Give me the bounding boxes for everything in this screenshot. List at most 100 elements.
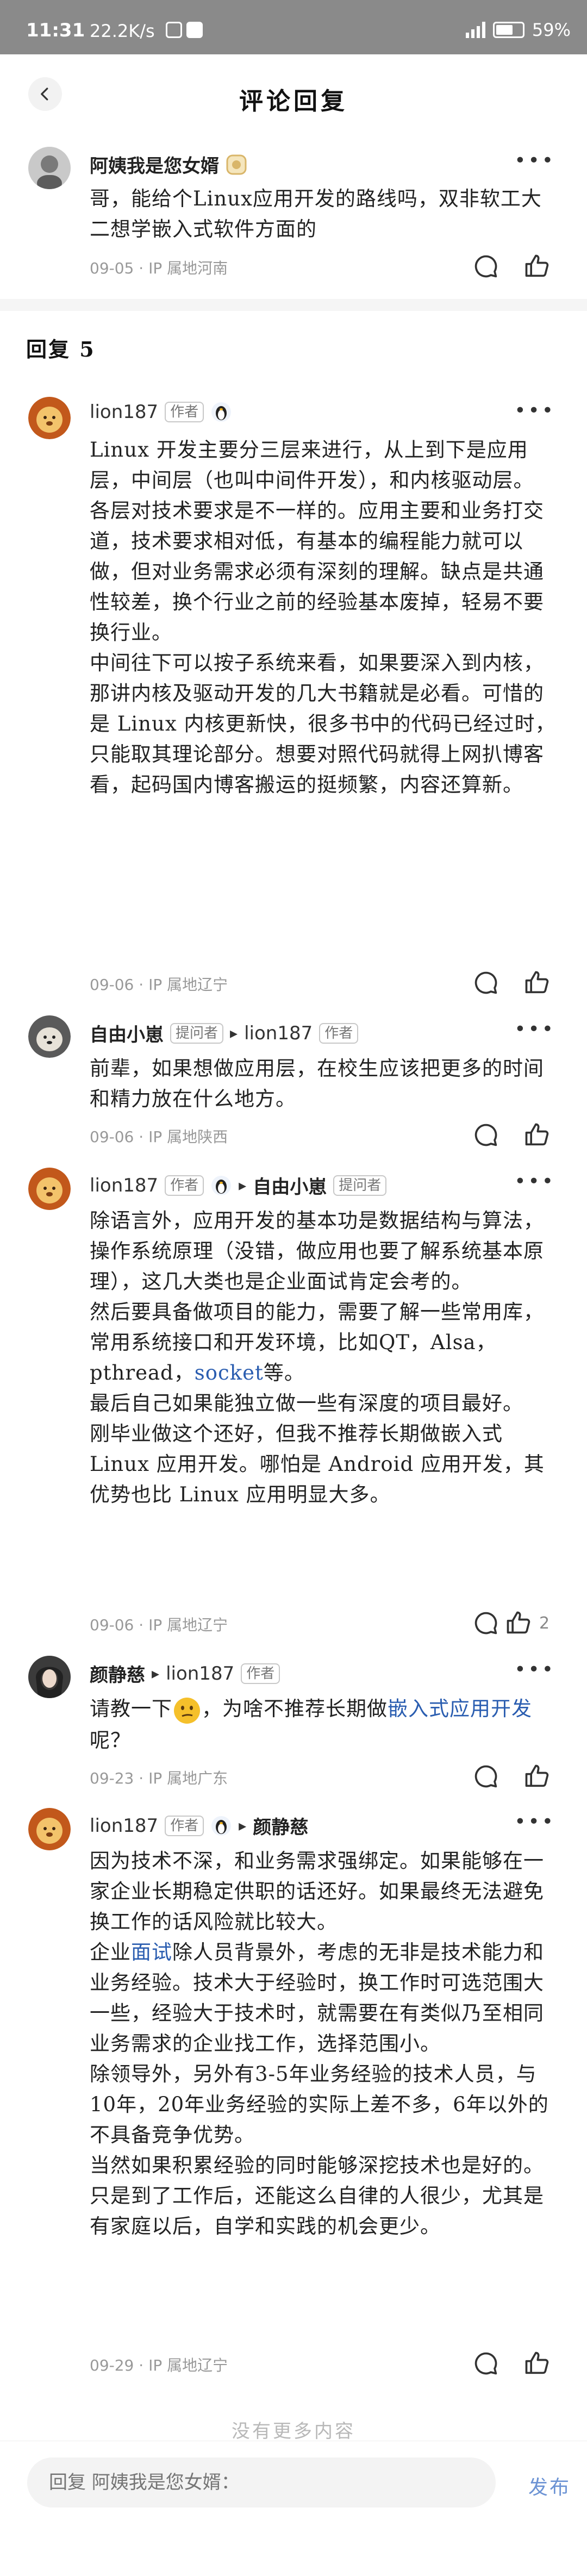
penguin-badge-icon	[211, 402, 232, 422]
like-action[interactable]: 2	[504, 1609, 549, 1637]
battery-percent: 59%	[532, 20, 571, 40]
section-divider	[0, 299, 587, 311]
reply-text: Linux 开发主要分三层来进行，从上到下是应用层，中间层（也叫中间件开发），和…	[90, 435, 557, 800]
dog-avatar-icon	[28, 1015, 71, 1058]
comment-icon	[474, 971, 497, 994]
lion-avatar-icon	[28, 1808, 71, 1850]
author-row: 自由小崽 提问者 ▸ lion187 作者	[90, 1020, 359, 1046]
lion-avatar-icon	[28, 1168, 71, 1210]
author-tag: 作者	[165, 402, 204, 422]
author-row: 颜静慈 ▸ lion187 作者	[90, 1660, 280, 1687]
comment-icon	[474, 1765, 497, 1788]
battery-icon	[492, 22, 524, 38]
reply-to-arrow-icon: ▸	[152, 1664, 160, 1682]
more-options-icon[interactable]: •••	[514, 149, 555, 172]
reply-meta: 09-29 · IP 属地辽宁	[90, 2356, 228, 2374]
reply-paragraph: 当然如果积累经验的同时能够深挖技术也是好的。只是到了工作后，还能这么自律的人很少…	[90, 2154, 544, 2238]
more-options-icon[interactable]: •••	[514, 1811, 555, 1833]
embedded-dev-link[interactable]: 嵌入式应用开发	[388, 1697, 532, 1720]
reply-bar: 发布	[0, 2441, 587, 2522]
avatar[interactable]	[28, 397, 71, 439]
reply-target-name[interactable]: lion187	[244, 1022, 313, 1044]
thumbs-up-icon	[507, 1611, 530, 1634]
author-name[interactable]: lion187	[90, 1175, 158, 1196]
reply-text: 请教一下 ，为啥不推荐长期做嵌入式应用开发呢？	[90, 1694, 557, 1756]
avatar[interactable]	[28, 1808, 71, 1850]
lion-avatar-icon	[28, 397, 71, 439]
more-options-icon[interactable]: •••	[514, 400, 555, 422]
reply-action[interactable]	[472, 1121, 500, 1149]
reply-paragraph: 然后要具备做项目的能力，需要了解一些常用库，常用系统接口和开发环境，比如QT，A…	[90, 1300, 544, 1384]
reply-to-arrow-icon: ▸	[239, 1817, 247, 1835]
reply-text: 因为技术不深，和业务需求强绑定。如果能够在一家企业长期稳定供职的话还好。如果最终…	[90, 1846, 557, 2242]
like-action[interactable]	[523, 2349, 551, 2378]
comment-icon	[474, 255, 497, 278]
page-title: 评论回复	[239, 88, 348, 115]
socket-link[interactable]: socket	[195, 1361, 264, 1384]
girl-avatar-icon	[28, 1656, 71, 1698]
reply-text: 除语言外，应用开发的基本功是数据结构与算法，操作系统原理（没错，做应用也要了解系…	[90, 1206, 557, 1510]
target-tag: 提问者	[333, 1175, 387, 1196]
like-action[interactable]	[523, 1121, 551, 1149]
reply-to-arrow-icon: ▸	[239, 1176, 247, 1194]
comment-text: 哥，能给个Linux应用开发的路线吗，双非软工大二想学嵌入式软件方面的	[90, 187, 542, 241]
avatar[interactable]	[28, 147, 71, 189]
notification-icons	[166, 22, 203, 38]
penguin-badge-icon	[211, 1816, 232, 1836]
author-name[interactable]: 颜静慈	[90, 1660, 145, 1687]
reply-target-name[interactable]: 颜静慈	[253, 1812, 308, 1839]
thinking-emoji-icon	[174, 1697, 200, 1724]
reply-paragraph: 最后自己如果能独立做一些有深度的项目最好。	[90, 1392, 523, 1415]
comment-icon	[474, 1612, 497, 1635]
level-badge-icon	[226, 154, 247, 174]
author-row: lion187 作者 ▸ 颜静慈	[90, 1812, 308, 1839]
avatar[interactable]	[28, 1168, 71, 1210]
reply-target-name[interactable]: 自由小崽	[253, 1172, 327, 1199]
author-name[interactable]: 阿姨我是您女婿	[90, 151, 219, 178]
like-action[interactable]	[523, 969, 551, 997]
more-options-icon[interactable]: •••	[514, 1170, 555, 1193]
reply-action[interactable]	[472, 252, 500, 280]
like-action[interactable]	[523, 1762, 551, 1791]
penguin-badge-icon	[211, 1175, 232, 1195]
thumbs-up-icon	[525, 971, 549, 994]
author-row: lion187 作者	[90, 401, 232, 423]
author-name[interactable]: lion187	[90, 401, 158, 423]
author-tag: 作者	[165, 1175, 204, 1196]
comment-meta: 09-05 · IP 属地河南	[90, 259, 228, 277]
interview-link[interactable]: 面试	[131, 1941, 172, 1964]
reply-paragraph: 因为技术不深，和业务需求强绑定。如果能够在一家企业长期稳定供职的话还好。如果最终…	[90, 1849, 544, 1933]
author-tag: 作者	[165, 1815, 204, 1836]
reply-action[interactable]	[472, 969, 500, 997]
reply-paragraph: 除语言外，应用开发的基本功是数据结构与算法，操作系统原理（没错，做应用也要了解系…	[90, 1209, 544, 1293]
reply-paragraph: 中间往下可以按子系统来看，如果要深入到内核，那讲内核及驱动开发的几大书籍就是必看…	[90, 651, 556, 796]
author-row: 阿姨我是您女婿	[90, 151, 247, 178]
thumbs-up-icon	[525, 254, 549, 277]
target-tag: 作者	[241, 1663, 280, 1684]
avatar[interactable]	[28, 1656, 71, 1698]
comment-reply-sheet: 评论回复 阿姨我是您女婿 ••• 哥，能给个Linux应用开发的路线吗，双非软工…	[0, 54, 587, 2576]
like-count: 2	[539, 1613, 550, 1633]
reply-target-name[interactable]: lion187	[166, 1663, 234, 1685]
no-more-content: 没有更多内容	[232, 2421, 355, 2442]
notification-icon	[166, 22, 182, 38]
user-avatar-icon	[28, 147, 71, 189]
reply-action[interactable]	[472, 1762, 500, 1791]
replies-count: 回复 5	[26, 337, 96, 361]
author-name[interactable]: 自由小崽	[90, 1020, 164, 1046]
more-options-icon[interactable]: •••	[514, 1018, 555, 1040]
comment-icon	[474, 1124, 497, 1146]
publish-button[interactable]: 发布	[528, 2472, 571, 2500]
reply-input[interactable]	[27, 2458, 496, 2508]
thumbs-up-icon	[525, 1123, 549, 1146]
reply-paragraph: Linux 开发主要分三层来进行，从上到下是应用层，中间层（也叫中间件开发），和…	[90, 438, 534, 492]
more-options-icon[interactable]: •••	[514, 1658, 555, 1681]
thumbs-up-icon	[525, 1764, 549, 1787]
network-speed: 22.2K/s	[90, 21, 155, 41]
reply-action[interactable]	[472, 1609, 500, 1637]
reply-action[interactable]	[472, 2349, 500, 2378]
thumbs-up-icon	[525, 2352, 549, 2374]
avatar[interactable]	[28, 1015, 71, 1058]
author-name[interactable]: lion187	[90, 1815, 158, 1837]
like-action[interactable]	[523, 252, 551, 280]
